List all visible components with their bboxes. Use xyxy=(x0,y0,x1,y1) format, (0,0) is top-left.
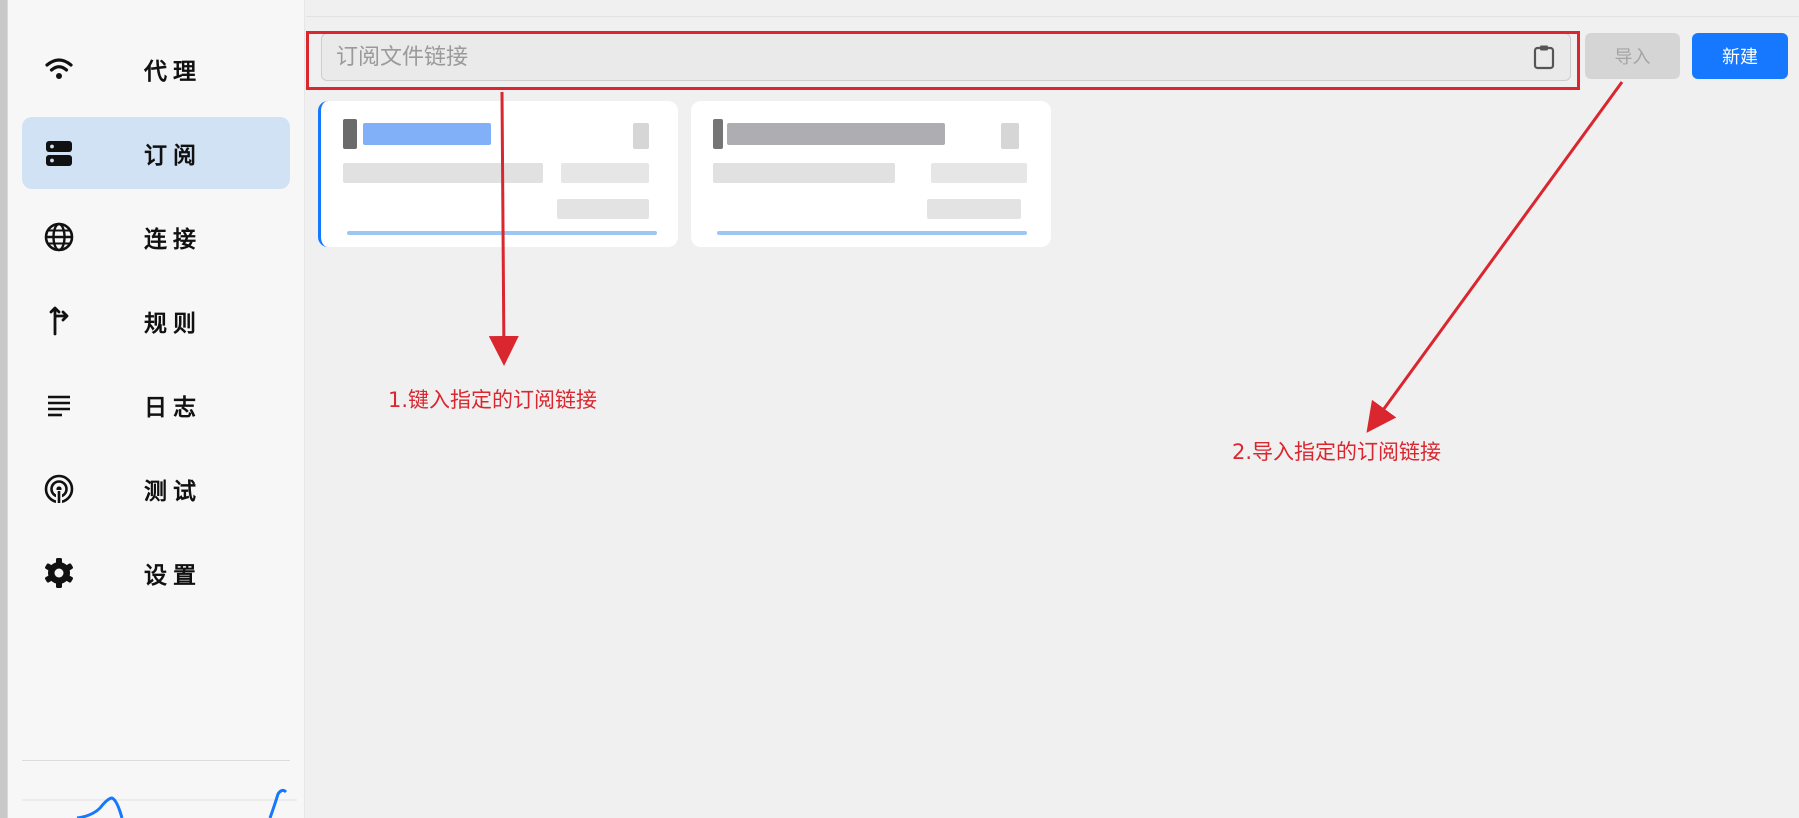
sidebar-item-rules[interactable]: 规则 xyxy=(22,285,290,357)
sidebar-item-label: 连接 xyxy=(144,227,202,253)
sidebar-item-label: 日志 xyxy=(144,395,202,421)
profile-usage-bar xyxy=(717,231,1027,235)
profile-source xyxy=(343,163,543,183)
profile-name xyxy=(363,123,491,145)
profile-name xyxy=(727,123,945,145)
route-icon xyxy=(42,304,76,338)
sidebar-item-connections[interactable]: 连接 xyxy=(22,201,290,273)
sidebar-item-label: 规则 xyxy=(144,311,202,337)
globe-icon xyxy=(42,220,76,254)
sidebar-divider xyxy=(22,760,290,761)
traffic-graph xyxy=(22,788,297,818)
window-edge xyxy=(0,0,8,818)
profile-card[interactable] xyxy=(691,101,1051,247)
sidebar-item-label: 代理 xyxy=(144,59,202,85)
import-button[interactable]: 导入 xyxy=(1585,33,1680,79)
profile-update-icon xyxy=(633,123,649,149)
sidebar-item-label: 订阅 xyxy=(144,143,202,169)
profile-updated-time xyxy=(561,163,649,183)
profile-update-icon xyxy=(1001,123,1019,149)
profile-type-icon xyxy=(713,119,723,149)
sidebar-item-label: 设置 xyxy=(144,563,202,589)
profile-source xyxy=(713,163,895,183)
wifi-icon xyxy=(42,52,76,86)
header-divider xyxy=(306,16,1799,17)
clipboard-icon[interactable] xyxy=(1530,43,1558,71)
annotation-step1: 1.键入指定的订阅链接 xyxy=(388,388,598,412)
sidebar: 代理 订阅 连接 规则 日志 测试 设置 xyxy=(8,0,305,818)
sidebar-item-subscription[interactable]: 订阅 xyxy=(22,117,290,189)
sidebar-item-settings[interactable]: 设置 xyxy=(22,537,290,609)
sidebar-item-logs[interactable]: 日志 xyxy=(22,369,290,441)
profile-usage xyxy=(557,199,649,219)
profile-card[interactable] xyxy=(318,101,678,247)
server-icon xyxy=(42,136,76,170)
profile-usage xyxy=(927,199,1021,219)
gear-icon xyxy=(42,556,76,590)
profile-usage-bar xyxy=(347,231,657,235)
radar-icon xyxy=(42,472,76,506)
subscription-url-field xyxy=(321,33,1571,81)
profile-updated-time xyxy=(931,163,1027,183)
sidebar-item-proxy[interactable]: 代理 xyxy=(22,33,290,105)
sidebar-item-label: 测试 xyxy=(144,479,202,505)
subscription-url-input[interactable] xyxy=(322,34,1512,80)
new-profile-button[interactable]: 新建 xyxy=(1692,33,1788,79)
notes-icon xyxy=(42,388,76,422)
annotation-step2: 2.导入指定的订阅链接 xyxy=(1232,440,1442,464)
sidebar-item-test[interactable]: 测试 xyxy=(22,453,290,525)
profile-type-icon xyxy=(343,119,357,149)
